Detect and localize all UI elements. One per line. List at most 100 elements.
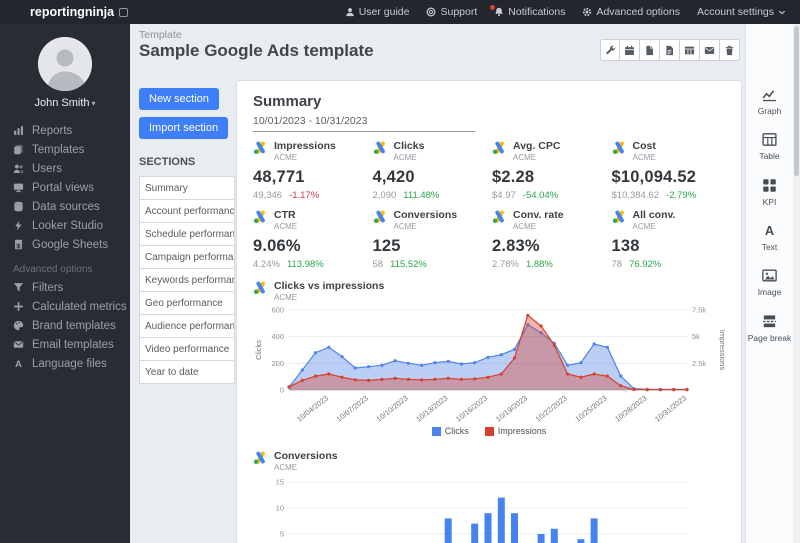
widget-label: Graph (758, 107, 782, 116)
topnav-label: User guide (359, 6, 410, 18)
widget-image[interactable]: Image (758, 267, 782, 297)
kpi-label: Clicks (394, 140, 425, 152)
chart-account: ACME (274, 463, 338, 472)
kpi-value: $2.28 (492, 168, 606, 187)
bell-icon (494, 7, 504, 17)
svg-text:Clicks: Clicks (254, 340, 263, 360)
kpi-account: ACME (274, 222, 297, 231)
sidebar-item-reports[interactable]: Reports (0, 121, 130, 140)
section-item-account-performance[interactable]: Account performance (140, 200, 234, 223)
chevron-down-icon (778, 9, 786, 16)
sidebar-item-looker-studio[interactable]: Looker Studio (0, 216, 130, 235)
sidebar-item-label: Calculated metrics (32, 301, 127, 313)
svg-text:10/13/2023: 10/13/2023 (414, 394, 449, 424)
chevron-down-icon: ▾ (92, 99, 96, 108)
gear-icon (582, 7, 592, 17)
topnav: User guide Support Notifications Advance… (345, 6, 786, 18)
date-range-field[interactable]: 10/01/2023 - 10/31/2023 (253, 115, 475, 132)
svg-text:10/07/2023: 10/07/2023 (335, 394, 370, 424)
kpi-change: 113.98% (287, 259, 324, 270)
section-item-schedule-performance[interactable]: Schedule performance (140, 223, 234, 246)
section-item-audience-performance[interactable]: Audience performance (140, 315, 234, 338)
kpi-card-cost: CostACME $10,094.52 $10,384.62-2.79% (612, 140, 726, 201)
kpi-value: 4,420 (373, 168, 487, 187)
looker-studio-icon (13, 220, 24, 231)
topnav-advanced-options[interactable]: Advanced options (582, 6, 679, 18)
kpi-account: ACME (513, 222, 564, 231)
wrench-button[interactable] (600, 39, 620, 61)
topnav-notifications[interactable]: Notifications (494, 6, 565, 18)
file-export-button[interactable] (660, 39, 680, 61)
pdf-export-button[interactable] (640, 39, 660, 61)
vertical-scrollbar[interactable] (793, 24, 800, 543)
svg-text:600: 600 (271, 306, 284, 315)
main-content: Template Sample Google Ads template New … (130, 24, 745, 543)
svg-text:15: 15 (276, 478, 284, 487)
data-sources-icon (13, 201, 24, 212)
sidebar-item-users[interactable]: Users (0, 159, 130, 178)
kpi-value: 138 (612, 237, 726, 256)
table-export-button[interactable] (680, 39, 700, 61)
user-menu[interactable]: John Smith▾ (0, 97, 130, 109)
envelope-icon (704, 45, 715, 56)
sidebar-item-google-sheets[interactable]: Google Sheets (0, 235, 130, 254)
widget-text[interactable]: A Text (761, 222, 778, 252)
import-section-button[interactable]: Import section (139, 117, 228, 139)
text-icon: A (761, 222, 778, 239)
kpi-card-conv-rate: Conv. rateACME 2.83% 2.78%1.88% (492, 209, 606, 270)
sidebar-item-email-templates[interactable]: Email templates (0, 335, 130, 354)
kpi-change: 111.48% (403, 190, 439, 201)
svg-text:2.5k: 2.5k (692, 359, 706, 368)
avatar[interactable] (38, 37, 92, 91)
svg-text:0: 0 (280, 386, 284, 395)
sidebar-item-calculated-metrics[interactable]: Calculated metrics (0, 297, 130, 316)
app-logo[interactable]: reportingninja (30, 5, 128, 19)
svg-text:200: 200 (271, 359, 284, 368)
section-item-campaign-performance[interactable]: Campaign performance (140, 246, 234, 269)
users-icon (13, 163, 24, 174)
image-icon (761, 267, 778, 284)
widget-page-break[interactable]: Page break (748, 313, 791, 343)
kpi-account: ACME (394, 153, 425, 162)
section-item-year-to-date[interactable]: Year to date (140, 361, 234, 383)
google-ads-icon (253, 209, 268, 224)
topnav-support[interactable]: Support (426, 6, 477, 18)
file-pdf-icon (644, 45, 655, 56)
page-title: Sample Google Ads template (139, 41, 374, 61)
section-item-summary[interactable]: Summary (140, 177, 234, 200)
svg-text:10/25/2023: 10/25/2023 (574, 394, 609, 424)
delete-button[interactable] (720, 39, 740, 61)
calendar-button[interactable] (620, 39, 640, 61)
widget-table[interactable]: Table (759, 131, 779, 161)
sidebar-item-brand-templates[interactable]: Brand templates (0, 316, 130, 335)
topnav-account-settings[interactable]: Account settings (697, 6, 786, 18)
legend-item-clicks[interactable]: Clicks (432, 426, 469, 436)
svg-text:5: 5 (280, 530, 284, 539)
widget-graph[interactable]: Graph (758, 86, 782, 116)
section-item-video-performance[interactable]: Video performance (140, 338, 234, 361)
sidebar-item-filters[interactable]: Filters (0, 278, 130, 297)
section-item-keywords-performance[interactable]: Keywords performance (140, 269, 234, 292)
topnav-user-guide[interactable]: User guide (345, 6, 410, 18)
legend-item-impressions[interactable]: Impressions (485, 426, 547, 436)
svg-text:5k: 5k (692, 332, 700, 341)
widget-kpi[interactable]: KPI (761, 177, 778, 207)
scrollbar-thumb[interactable] (794, 26, 799, 176)
sidebar-item-data-sources[interactable]: Data sources (0, 197, 130, 216)
conversions-plot: 51015 (253, 474, 727, 543)
kpi-previous-value: $4.97 (492, 190, 516, 201)
sidebar-item-portal-views[interactable]: Portal views (0, 178, 130, 197)
sidebar-item-templates[interactable]: Templates (0, 140, 130, 159)
svg-text:Impressions: Impressions (718, 330, 727, 371)
email-button[interactable] (700, 39, 720, 61)
kpi-card-ctr: CTRACME 9.06% 4.24%113.98% (253, 209, 367, 270)
new-section-button[interactable]: New section (139, 88, 219, 110)
google-ads-icon (253, 280, 268, 295)
reports-icon (13, 125, 24, 136)
section-item-geo-performance[interactable]: Geo performance (140, 292, 234, 315)
topnav-label: Support (440, 6, 477, 18)
google-ads-icon (612, 209, 627, 224)
sections-list: Summary Account performance Schedule per… (139, 176, 235, 384)
email-templates-icon (13, 339, 24, 350)
sidebar-item-language-files[interactable]: A Language files (0, 354, 130, 373)
